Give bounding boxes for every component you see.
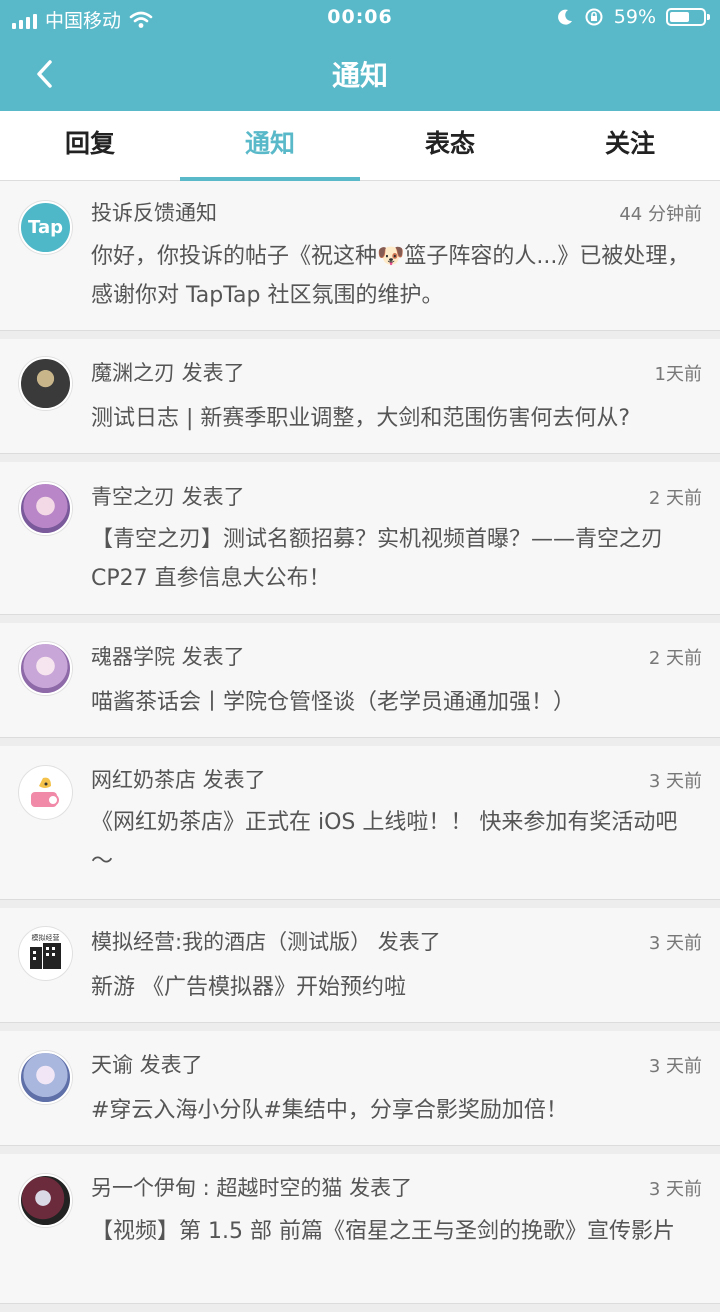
timestamp: 3 天前 [648,1179,702,1200]
timestamp: 3 天前 [648,1056,702,1077]
timestamp: 2 天前 [648,488,702,509]
timestamp: 1天前 [654,364,702,385]
message-text: #穿云入海小分队#集结中，分享合影奖励加倍！ [91,1098,568,1123]
message-text: 测试日志 | 新赛季职业调整，大剑和范围伤害何去何从? [91,406,631,431]
timestamp: 3 天前 [648,771,702,792]
timestamp: 44 分钟前 [619,204,702,225]
sender-name: 魔渊之刃 发表了 [91,361,245,385]
sender-name: 另一个伊甸 : 超越时空的猫 发表了 [91,1176,413,1200]
list-item[interactable]: 另一个伊甸 : 超越时空的猫 发表了 3 天前 【视频】第 1.5 部 前篇《宿… [0,1154,720,1304]
taptap-avatar: Tap [19,201,72,254]
sender-name: 模拟经营:我的酒店（测试版） 发表了 [91,930,441,954]
tab-bar: 回复 通知 表态 关注 [0,111,720,181]
avatar: 模拟经营 [19,927,72,980]
list-item[interactable]: 魂器学院 发表了 2 天前 喵酱茶话会丨学院仓管怪谈（老学员通通加强！） [0,623,720,738]
sender-name: 青空之刃 发表了 [91,485,245,509]
tab-reactions[interactable]: 表态 [360,111,540,180]
list-item[interactable]: 天谕 发表了 3 天前 #穿云入海小分队#集结中，分享合影奖励加倍！ [0,1031,720,1146]
taptap-logo-text: Tap [28,217,63,238]
sender-name: 魂器学院 发表了 [91,645,245,669]
battery-percent: 59% [613,6,656,28]
avatar [19,766,72,819]
sender-name: 天谕 发表了 [91,1053,203,1077]
moon-icon [557,9,572,25]
tab-notifications[interactable]: 通知 [180,111,360,181]
list-item[interactable]: 魔渊之刃 发表了 1天前 测试日志 | 新赛季职业调整，大剑和范围伤害何去何从? [0,339,720,454]
avatar [19,482,72,535]
avatar [19,1051,72,1104]
status-bar: 中国移动 00:06 59% [0,0,720,36]
message-text: 新游 《广告模拟器》开始预约啦 [91,975,406,1000]
message-text: 《网红奶茶店》正式在 iOS 上线啦！！ 快来参加有奖活动吧～ [91,810,678,874]
list-item[interactable]: 模拟经营 模拟经营:我的酒店（测试版） 发表了 3 天前 新游 《广告模拟器》开… [0,908,720,1023]
page-title: 通知 [331,59,388,92]
svg-text:模拟经营: 模拟经营 [32,933,60,942]
battery-icon [666,8,710,26]
avatar [19,642,72,695]
milk-tea-logo-icon [31,777,59,807]
message-text: 【青空之刃】测试名额招募？实机视频首曝？——青空之刃 CP27 直参信息大公布！ [91,527,664,591]
sender-name: 网红奶茶店 发表了 [91,768,266,792]
message-text: 你好，你投诉的帖子《祝这种🐶篮子阵容的人...》已被处理，感谢你对 TapTap… [91,244,690,308]
avatar [19,1174,72,1227]
app-header: 中国移动 00:06 59% 通知 [0,0,720,111]
list-item[interactable]: Tap 投诉反馈通知 44 分钟前 你好，你投诉的帖子《祝这种🐶篮子阵容的人..… [0,181,720,331]
timestamp: 3 天前 [648,933,702,954]
avatar [19,357,72,410]
tab-replies[interactable]: 回复 [0,111,180,180]
list-item[interactable]: 网红奶茶店 发表了 3 天前 《网红奶茶店》正式在 iOS 上线啦！！ 快来参加… [0,746,720,900]
notification-list: Tap 投诉反馈通知 44 分钟前 你好，你投诉的帖子《祝这种🐶篮子阵容的人..… [0,181,720,1312]
hotel-building-icon: 模拟经营 [30,933,61,969]
message-text: 喵酱茶话会丨学院仓管怪谈（老学员通通加强！） [91,690,576,715]
timestamp: 2 天前 [648,648,702,669]
rotation-lock-icon [585,8,603,26]
sender-name: 投诉反馈通知 [91,201,217,225]
message-text: 【视频】第 1.5 部 前篇《宿星之王与圣剑的挽歌》宣传影片 [91,1219,675,1244]
list-item[interactable]: 青空之刃 发表了 2 天前 【青空之刃】测试名额招募？实机视频首曝？——青空之刃… [0,462,720,615]
tab-follows[interactable]: 关注 [540,111,720,180]
